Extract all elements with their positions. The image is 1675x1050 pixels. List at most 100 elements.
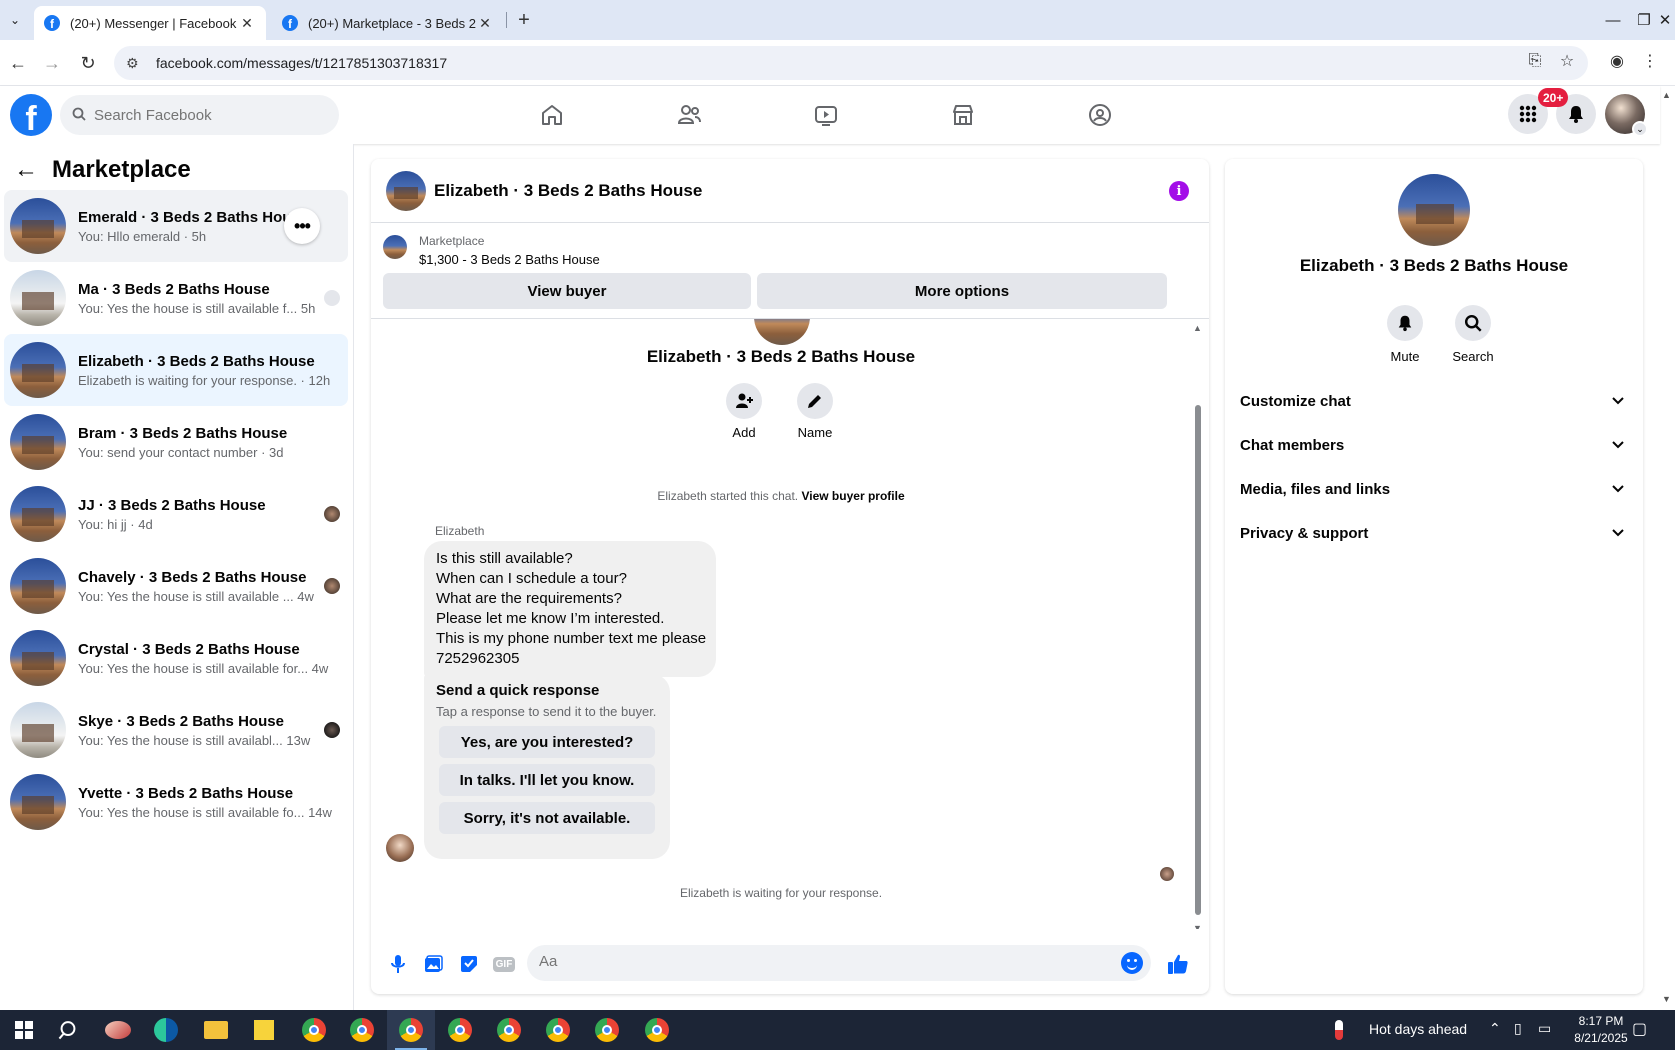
chrome-icon[interactable] xyxy=(387,1010,435,1050)
pencil-icon[interactable] xyxy=(797,383,833,419)
mute-action[interactable]: Mute xyxy=(1375,305,1435,364)
restore-icon[interactable]: ❐ xyxy=(1630,8,1658,32)
conversation-item[interactable]: Skye · 3 Beds 2 Baths House You: Yes the… xyxy=(4,694,348,766)
close-tab-icon[interactable]: ✕ xyxy=(238,15,256,32)
weather-text[interactable]: Hot days ahead xyxy=(1369,1021,1467,1037)
nav-home[interactable] xyxy=(497,92,607,138)
omnibox[interactable]: ⚙ facebook.com/messages/t/12178513037183… xyxy=(114,46,1588,80)
name-action[interactable]: Name xyxy=(785,383,845,440)
thermometer-icon[interactable] xyxy=(1326,1010,1352,1050)
message-scrollbar[interactable]: ▲ ▼ xyxy=(1193,323,1203,929)
chrome-icon[interactable] xyxy=(338,1010,386,1050)
conversation-item[interactable]: Elizabeth · 3 Beds 2 Baths House Elizabe… xyxy=(4,334,348,406)
photo-icon[interactable] xyxy=(421,952,445,976)
quick-response-button[interactable]: In talks. I'll let you know. xyxy=(439,764,655,796)
tab-search-dropdown-icon[interactable]: ⌄ xyxy=(4,9,26,31)
quick-response-button[interactable]: Yes, are you interested? xyxy=(439,726,655,758)
listing-title[interactable]: $1,300 - 3 Beds 2 Baths House xyxy=(419,252,600,267)
message-input-box[interactable] xyxy=(527,945,1151,981)
chat-title[interactable]: Elizabeth · 3 Beds 2 Baths House xyxy=(434,181,702,201)
forward-arrow-icon[interactable]: → xyxy=(40,51,64,75)
chrome-icon[interactable] xyxy=(485,1010,533,1050)
chrome-icon[interactable] xyxy=(290,1010,338,1050)
tab-messenger[interactable]: f (20+) Messenger | Facebook ✕ xyxy=(34,6,266,40)
gif-icon[interactable]: GIF xyxy=(492,952,516,976)
chat-avatar[interactable] xyxy=(386,170,426,211)
chrome-icon[interactable] xyxy=(633,1010,681,1050)
more-options-icon[interactable]: ••• xyxy=(284,208,320,244)
profile-icon[interactable]: ◉ xyxy=(1604,48,1630,74)
facebook-search-input[interactable] xyxy=(94,106,314,124)
thumbs-up-icon[interactable] xyxy=(1166,952,1190,976)
conversation-item[interactable]: JJ · 3 Beds 2 Baths House You: hi jj · 4… xyxy=(4,478,348,550)
minimize-icon[interactable]: — xyxy=(1598,8,1628,32)
nav-marketplace[interactable] xyxy=(908,92,1018,138)
taskbar-app-icon[interactable] xyxy=(94,1010,142,1050)
scrollbar-thumb[interactable] xyxy=(1195,405,1201,915)
star-icon[interactable]: ☆ xyxy=(1554,48,1580,74)
url-text[interactable]: facebook.com/messages/t/1217851303718317 xyxy=(156,55,447,71)
page-scroll-up-icon[interactable]: ▲ xyxy=(1662,90,1671,100)
quick-response-button[interactable]: Sorry, it's not available. xyxy=(439,802,655,834)
sender-avatar[interactable] xyxy=(386,834,414,862)
conversation-item[interactable]: Emerald · 3 Beds 2 Baths House You: Hllo… xyxy=(4,190,348,262)
nav-groups[interactable] xyxy=(1045,92,1155,138)
conversation-item[interactable]: Ma · 3 Beds 2 Baths House You: Yes the h… xyxy=(4,262,348,334)
emoji-icon[interactable] xyxy=(1121,952,1143,974)
page-scroll-down-icon[interactable]: ▼ xyxy=(1662,994,1671,1004)
close-window-icon[interactable]: ✕ xyxy=(1656,8,1674,32)
new-tab-icon[interactable]: + xyxy=(512,8,536,32)
message-bubble[interactable]: Is this still available? When can I sche… xyxy=(424,541,716,677)
clock-date[interactable]: 8/21/2025 xyxy=(1560,1031,1642,1045)
install-icon[interactable]: ⎘ xyxy=(1522,48,1548,74)
nav-friends[interactable] xyxy=(634,92,744,138)
search-action[interactable]: Search xyxy=(1443,305,1503,364)
battery-icon[interactable]: ▯ xyxy=(1514,1020,1522,1037)
info-icon[interactable]: i xyxy=(1169,181,1189,201)
reload-icon[interactable]: ↻ xyxy=(76,51,100,75)
customize-chat-section[interactable]: Customize chat xyxy=(1240,381,1630,421)
more-options-button[interactable]: More options xyxy=(757,273,1167,309)
conversation-item[interactable]: Yvette · 3 Beds 2 Baths House You: Yes t… xyxy=(4,766,348,838)
chrome-icon[interactable] xyxy=(436,1010,484,1050)
network-icon[interactable]: ▭ xyxy=(1538,1020,1551,1037)
bell-icon[interactable] xyxy=(1387,305,1423,341)
kebab-menu-icon[interactable]: ⋮ xyxy=(1640,48,1660,74)
privacy-support-section[interactable]: Privacy & support xyxy=(1240,513,1630,553)
conversation-item[interactable]: Bram · 3 Beds 2 Baths House You: send yo… xyxy=(4,406,348,478)
add-person-icon[interactable] xyxy=(726,383,762,419)
windows-start-icon[interactable] xyxy=(0,1010,48,1050)
add-action[interactable]: Add xyxy=(714,383,774,440)
media-files-links-section[interactable]: Media, files and links xyxy=(1240,469,1630,509)
chevron-up-icon[interactable]: ⌃ xyxy=(1489,1020,1501,1037)
microphone-icon[interactable] xyxy=(386,952,410,976)
conversation-item[interactable]: Chavely · 3 Beds 2 Baths House You: Yes … xyxy=(4,550,348,622)
conversation-item[interactable]: Crystal · 3 Beds 2 Baths House You: Yes … xyxy=(4,622,348,694)
close-tab-icon[interactable]: ✕ xyxy=(476,15,494,32)
chrome-icon[interactable] xyxy=(534,1010,582,1050)
tune-icon[interactable]: ⚙ xyxy=(126,55,150,72)
view-buyer-button[interactable]: View buyer xyxy=(383,273,751,309)
clock-time[interactable]: 8:17 PM xyxy=(1560,1014,1642,1028)
chat-members-section[interactable]: Chat members xyxy=(1240,425,1630,465)
tab-marketplace[interactable]: f (20+) Marketplace - 3 Beds 2 B ✕ xyxy=(272,6,504,40)
back-arrow-icon[interactable]: ← xyxy=(6,51,30,75)
search-icon[interactable] xyxy=(1455,305,1491,341)
file-explorer-icon[interactable] xyxy=(192,1010,240,1050)
listing-thumbnail[interactable] xyxy=(383,235,407,259)
nav-video[interactable] xyxy=(771,92,881,138)
back-arrow-icon[interactable]: ← xyxy=(14,156,38,184)
scroll-up-icon[interactable]: ▲ xyxy=(1193,323,1202,333)
chrome-icon[interactable] xyxy=(583,1010,631,1050)
view-buyer-profile-link[interactable]: View buyer profile xyxy=(801,489,904,503)
facebook-logo-icon[interactable]: f xyxy=(10,94,52,136)
taskbar-search-icon[interactable] xyxy=(44,1010,92,1050)
account-avatar[interactable]: ⌄ xyxy=(1605,94,1648,137)
message-input[interactable] xyxy=(539,953,1099,970)
edge-browser-icon[interactable] xyxy=(142,1010,190,1050)
sticker-icon[interactable] xyxy=(457,952,481,976)
sticky-notes-icon[interactable] xyxy=(240,1010,288,1050)
notifications-center-icon[interactable]: ▢ xyxy=(1632,1019,1647,1039)
scroll-down-icon[interactable]: ▼ xyxy=(1193,923,1202,929)
facebook-search-box[interactable] xyxy=(60,95,339,135)
